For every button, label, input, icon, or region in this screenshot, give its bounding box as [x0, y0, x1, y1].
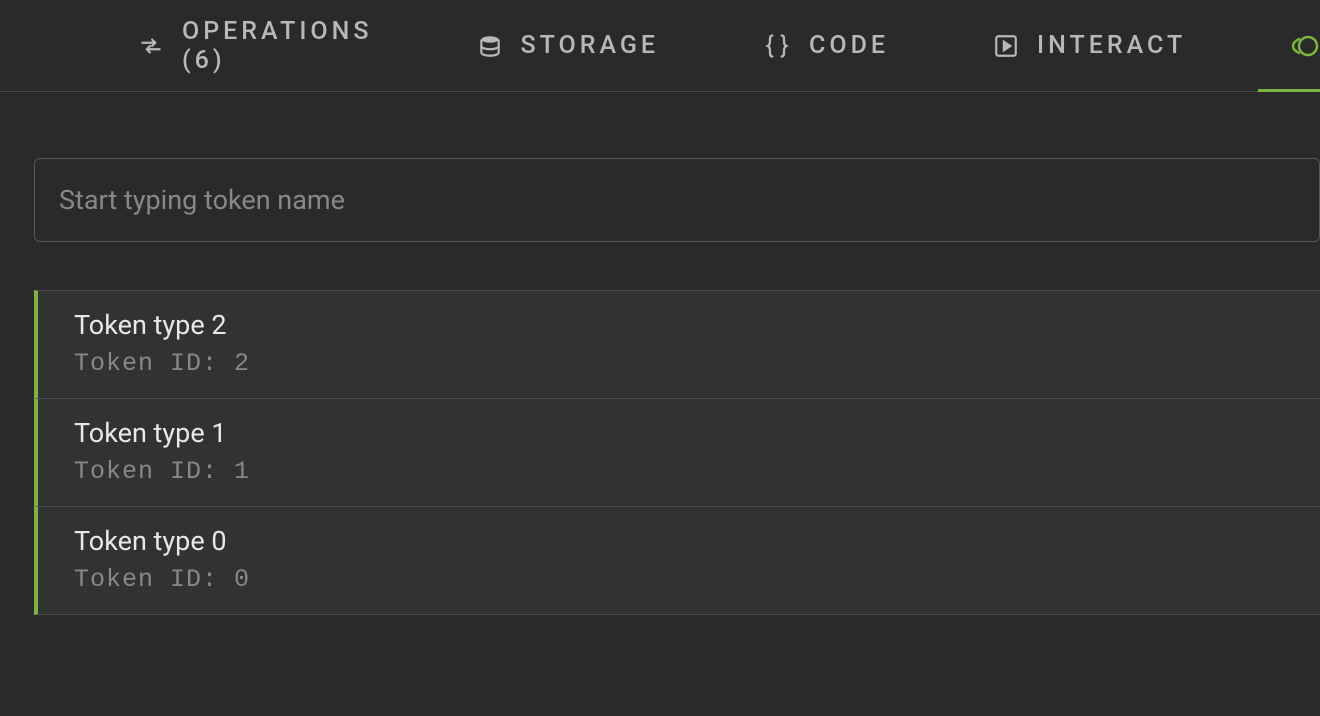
tab-interact[interactable]: INTERACT: [961, 0, 1218, 91]
token-id: Token ID: 1: [74, 457, 1320, 486]
token-list-item[interactable]: Token type 2 Token ID: 2: [34, 290, 1320, 399]
play-box-icon: [993, 33, 1019, 59]
token-name: Token type 1: [74, 417, 1320, 449]
token-id: Token ID: 2: [74, 349, 1320, 378]
search-container: [34, 158, 1320, 242]
main-content: Token type 2 Token ID: 2 Token type 1 To…: [0, 92, 1320, 615]
tab-code[interactable]: CODE: [731, 0, 921, 91]
token-id: Token ID: 0: [74, 565, 1320, 594]
tab-operations-label: OPERATIONS (6): [182, 17, 373, 75]
tab-operations[interactable]: OPERATIONS (6): [106, 0, 405, 91]
token-list-item[interactable]: Token type 0 Token ID: 0: [34, 507, 1320, 615]
token-name: Token type 2: [74, 309, 1320, 341]
token-list-item[interactable]: Token type 1 Token ID: 1: [34, 399, 1320, 507]
tab-tokens[interactable]: TOKENS: [1258, 0, 1320, 91]
braces-icon: [763, 32, 791, 60]
swap-arrows-icon: [138, 33, 164, 59]
tab-interact-label: INTERACT: [1037, 31, 1186, 60]
token-search-input[interactable]: [59, 184, 1295, 216]
tab-bar: OPERATIONS (6) STORAGE CODE INTE: [0, 0, 1320, 92]
token-list: Token type 2 Token ID: 2 Token type 1 To…: [34, 290, 1320, 615]
tab-storage[interactable]: STORAGE: [445, 0, 692, 91]
tab-storage-label: STORAGE: [521, 31, 660, 60]
tab-code-label: CODE: [809, 31, 889, 60]
token-icon: [1290, 34, 1320, 58]
database-icon: [477, 33, 503, 59]
token-name: Token type 0: [74, 525, 1320, 557]
